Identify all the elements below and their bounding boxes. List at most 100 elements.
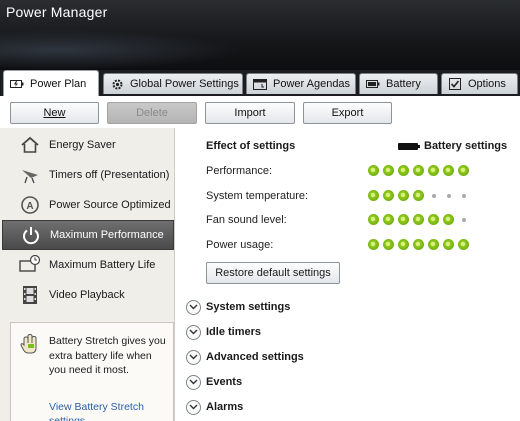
export-button[interactable]: Export <box>303 102 392 124</box>
level-dot-empty <box>443 190 454 201</box>
system-temperature-meter <box>368 190 473 202</box>
level-dot-filled <box>368 214 379 225</box>
house-icon <box>19 134 41 156</box>
title-bar-glow <box>0 30 240 70</box>
plan-video-playback[interactable]: Video Playback <box>0 280 175 310</box>
tab-label: Power Plan <box>30 77 87 90</box>
section-label: System settings <box>206 301 291 313</box>
tab-label: Options <box>468 78 506 90</box>
section-alarms[interactable]: Alarms <box>186 398 243 416</box>
battery-stretch-panel: Battery Stretch gives you extra battery … <box>10 322 174 421</box>
level-dot-filled <box>413 190 424 201</box>
new-button[interactable]: New <box>10 102 99 124</box>
level-dot-filled <box>383 239 394 250</box>
level-dot-filled <box>413 239 424 250</box>
level-dot-filled <box>398 214 409 225</box>
tab-label: Power Agendas <box>273 78 351 90</box>
battery-settings-label: Battery settings <box>424 140 508 152</box>
plan-label: Power Source Optimized <box>49 199 171 211</box>
plan-maximum-performance[interactable]: Maximum Performance <box>2 220 174 250</box>
gear-icon <box>110 78 124 90</box>
level-dot-empty <box>458 190 469 201</box>
auto-power-icon: A <box>19 194 41 216</box>
section-advanced-settings[interactable]: Advanced settings <box>186 348 304 366</box>
import-button[interactable]: Import <box>205 102 295 124</box>
window-title: Power Manager <box>6 4 108 20</box>
tab-battery[interactable]: Battery <box>359 73 438 94</box>
chevron-down-icon <box>186 324 201 340</box>
tab-global-power-settings[interactable]: Global Power Settings <box>103 73 243 94</box>
plan-details: Effect of settings Battery settings Perf… <box>176 128 520 421</box>
level-dot-filled <box>428 165 439 176</box>
section-idle-timers[interactable]: Idle timers <box>186 323 261 341</box>
plan-list: Energy Saver Timers off (Presentation) A… <box>0 128 175 421</box>
level-dot-filled <box>368 239 379 250</box>
plan-energy-saver[interactable]: Energy Saver <box>0 130 175 160</box>
title-bar: Power Manager <box>0 0 520 70</box>
tab-bar: Power Plan Global Power Settings Power A… <box>0 70 520 96</box>
toolbar: New Delete Import Export <box>0 96 520 128</box>
delete-button[interactable]: Delete <box>107 102 197 124</box>
tab-label: Battery <box>386 78 421 90</box>
section-system-settings[interactable]: System settings <box>186 298 290 316</box>
section-label: Alarms <box>206 401 244 413</box>
level-dot-filled <box>398 165 409 176</box>
presentation-icon <box>19 164 41 186</box>
level-dot-empty <box>428 190 439 201</box>
delete-button-label: Delete <box>136 107 168 119</box>
restore-defaults-button[interactable]: Restore default settings <box>206 262 340 284</box>
power-usage-label: Power usage: <box>206 239 274 251</box>
level-dot-filled <box>383 214 394 225</box>
section-events[interactable]: Events <box>186 373 242 391</box>
tab-options[interactable]: Options <box>441 73 518 94</box>
tab-label: Global Power Settings <box>130 78 239 90</box>
plan-label: Maximum Battery Life <box>49 259 156 271</box>
level-dot-filled <box>413 214 424 225</box>
level-dot-filled <box>368 165 379 176</box>
level-dot-filled <box>413 165 424 176</box>
restore-defaults-label: Restore default settings <box>215 267 331 279</box>
svg-text:A: A <box>26 201 33 212</box>
plan-power-source-optimized[interactable]: A Power Source Optimized <box>0 190 175 220</box>
tab-power-agendas[interactable]: Power Agendas <box>246 73 356 94</box>
level-dot-filled <box>458 165 469 176</box>
level-dot-filled <box>443 165 454 176</box>
battery-icon <box>366 78 380 90</box>
level-dot-filled <box>428 239 439 250</box>
plan-maximum-battery-life[interactable]: Maximum Battery Life <box>0 250 175 280</box>
plan-label: Video Playback <box>49 289 125 301</box>
fan-sound-level-meter <box>368 214 473 226</box>
chevron-down-icon <box>186 299 201 315</box>
level-dot-filled <box>398 190 409 201</box>
battery-bolt-icon <box>10 78 24 90</box>
export-button-label: Export <box>331 107 364 119</box>
section-label: Events <box>206 376 243 388</box>
level-dot-filled <box>383 190 394 201</box>
new-button-label: New <box>43 107 66 119</box>
section-label: Advanced settings <box>206 351 304 363</box>
calendar-icon <box>253 78 267 90</box>
battery-settings-heading: Battery settings <box>398 140 507 152</box>
content-area: New Delete Import Export Energy Saver Ti… <box>0 96 520 421</box>
battery-stretch-link[interactable]: View Battery Stretch settings <box>49 400 173 421</box>
tab-power-plan[interactable]: Power Plan <box>3 70 99 96</box>
level-dot-filled <box>383 165 394 176</box>
performance-meter <box>368 165 473 177</box>
level-dot-filled <box>398 239 409 250</box>
performance-label: Performance: <box>206 165 273 177</box>
import-button-label: Import <box>234 107 266 119</box>
level-dot-filled <box>428 214 439 225</box>
chevron-down-icon <box>186 349 201 365</box>
checkbox-icon <box>448 78 462 90</box>
level-dot-empty <box>458 214 469 225</box>
hand-battery-icon <box>19 333 41 355</box>
plan-label: Maximum Performance <box>50 229 164 241</box>
level-dot-filled <box>458 239 469 250</box>
battery-stretch-text: Battery Stretch gives you extra battery … <box>49 335 166 376</box>
level-dot-filled <box>443 214 454 225</box>
power-icon <box>20 224 42 246</box>
plan-timers-off[interactable]: Timers off (Presentation) <box>0 160 175 190</box>
plan-label: Timers off (Presentation) <box>49 169 170 181</box>
system-temperature-label: System temperature: <box>206 190 309 202</box>
power-usage-meter <box>368 239 473 251</box>
